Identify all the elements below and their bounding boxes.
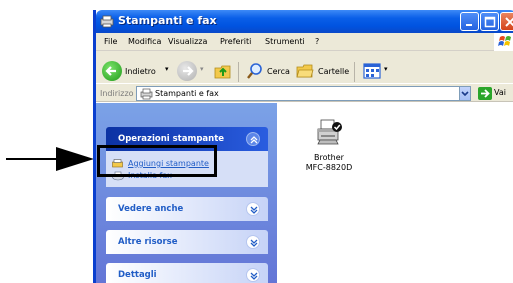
chevron-down-icon <box>461 91 469 97</box>
windows-flag-icon <box>498 36 511 46</box>
views-icon[interactable] <box>362 61 382 81</box>
menu-help[interactable]: ? <box>315 37 319 46</box>
default-printer-check-icon <box>332 122 342 132</box>
chevron-down-icon <box>250 272 258 280</box>
screenshot: Stampanti e fax File Modifica Visualizza… <box>0 0 513 283</box>
printer-model: MFC-8820D <box>305 163 353 172</box>
forward-dropdown-icon[interactable]: ▾ <box>200 65 204 73</box>
minimize-button[interactable] <box>460 12 479 31</box>
annotation-highlight-box <box>97 145 217 177</box>
search-icon[interactable] <box>245 61 265 81</box>
menu-bar: File Modifica Visualizza Preferiti Strum… <box>96 33 513 51</box>
group-title: Dettagli <box>118 270 157 280</box>
toolbar-separator <box>354 62 355 82</box>
back-button[interactable] <box>102 61 122 81</box>
menu-strumenti[interactable]: Strumenti <box>265 37 305 46</box>
expand-button[interactable] <box>246 202 260 216</box>
go-label: Vai <box>494 88 506 97</box>
forward-arrow-icon <box>183 66 194 76</box>
address-field[interactable]: Stampanti e fax <box>136 86 471 101</box>
group-title: Vedere anche <box>118 204 184 214</box>
maximize-button[interactable] <box>480 12 499 31</box>
group-header-see-also[interactable]: Vedere anche <box>106 197 268 221</box>
expand-button[interactable] <box>246 235 260 249</box>
maximize-icon <box>484 16 496 28</box>
close-button[interactable] <box>500 12 513 31</box>
views-dropdown-icon[interactable]: ▾ <box>384 65 388 73</box>
content-area: Brother MFC-8820D <box>277 103 513 283</box>
address-dropdown-button[interactable] <box>459 86 471 101</box>
group-header-other-resources[interactable]: Altre risorse <box>106 230 268 254</box>
chevron-down-icon <box>250 239 258 247</box>
title-bar[interactable]: Stampanti e fax <box>96 10 513 33</box>
toolbar-separator <box>238 62 239 82</box>
windows-logo <box>494 33 513 51</box>
chevron-down-icon <box>250 206 258 214</box>
search-label[interactable]: Cerca <box>267 67 290 76</box>
window-title: Stampanti e fax <box>118 14 217 27</box>
task-pane: Operazioni stampante Aggiungi stampante … <box>96 103 277 283</box>
group-title: Altre risorse <box>118 237 178 247</box>
go-button[interactable]: Vai <box>476 86 512 101</box>
go-arrow-icon <box>478 87 492 100</box>
menu-visualizza[interactable]: Visualizza <box>168 37 207 46</box>
collapse-button[interactable] <box>246 132 260 146</box>
menu-modifica[interactable]: Modifica <box>128 37 161 46</box>
address-label: Indirizzo <box>100 89 134 98</box>
forward-button[interactable] <box>177 61 197 81</box>
address-bar: Indirizzo Stampanti e fax Vai <box>96 83 513 102</box>
back-arrow-icon <box>105 66 116 76</box>
annotation-arrow-head <box>56 147 94 171</box>
menu-file[interactable]: File <box>104 37 117 46</box>
address-value: Stampanti e fax <box>155 89 219 98</box>
folder-up-icon[interactable] <box>213 61 233 81</box>
back-dropdown-icon[interactable]: ▾ <box>165 65 169 73</box>
menu-preferiti[interactable]: Preferiti <box>220 37 251 46</box>
printer-name: Brother <box>314 153 344 162</box>
folders-icon[interactable] <box>295 61 315 81</box>
printers-folder-icon <box>140 88 153 100</box>
annotation-arrow-shaft <box>6 158 62 160</box>
back-label[interactable]: Indietro <box>125 67 156 76</box>
chevron-up-icon <box>250 136 258 144</box>
printer-icon <box>317 119 342 145</box>
expand-button[interactable] <box>246 268 260 282</box>
folders-label[interactable]: Cartelle <box>318 67 349 76</box>
printers-folder-icon <box>100 15 114 28</box>
group-title: Operazioni stampante <box>118 134 225 144</box>
minimize-icon <box>466 24 472 26</box>
group-header-details[interactable]: Dettagli <box>106 263 268 283</box>
close-icon <box>505 17 513 27</box>
